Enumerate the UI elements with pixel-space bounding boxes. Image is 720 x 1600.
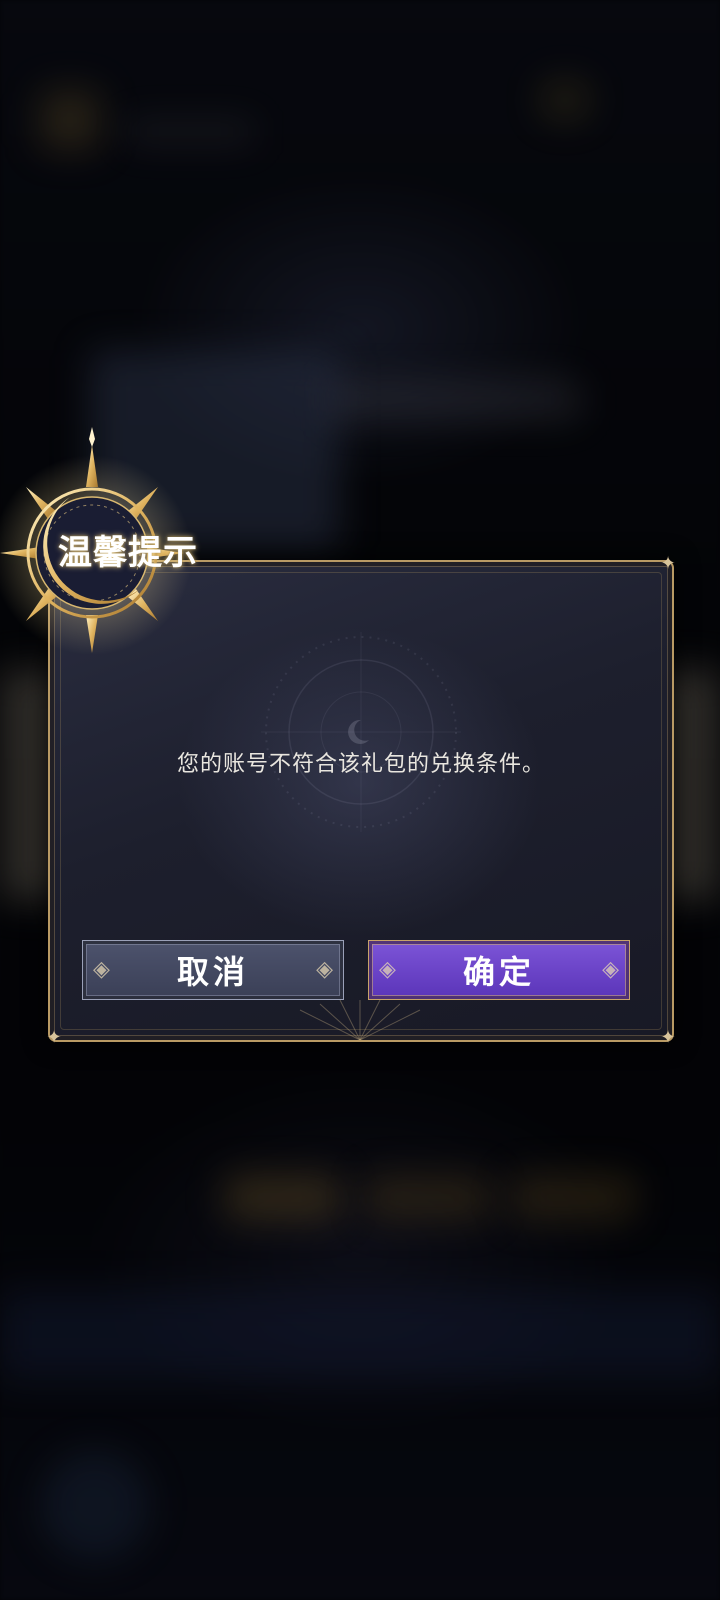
dialog-title: 温馨提示 — [58, 533, 198, 573]
cancel-button[interactable]: ◈ 取消 ◈ — [82, 940, 344, 1000]
cancel-button-label: 取消 — [176, 953, 249, 991]
sunburst-ornament-icon — [299, 1000, 421, 1040]
sparkle-star-icon: ✦ — [660, 1027, 676, 1048]
diamond-ornament-icon: ◈ — [602, 957, 619, 982]
confirm-button[interactable]: ◈ 确定 ◈ — [368, 940, 630, 1000]
sparkle-star-icon: ✦ — [46, 1027, 62, 1048]
diamond-ornament-icon: ◈ — [93, 957, 110, 982]
confirm-button-label: 确定 — [462, 953, 535, 991]
diamond-ornament-icon: ◈ — [316, 957, 333, 982]
screen: ✦ ✦ ✦ ✦ 您的账号不符合该礼包的兑换条件。 ◈ 取消 ◈ ◈ 确定 ◈ — [0, 0, 720, 1600]
dialog-message: 您的账号不符合该礼包的兑换条件。 — [176, 752, 545, 777]
star-compass-icon — [261, 632, 461, 832]
sparkle-star-icon: ✦ — [660, 553, 676, 574]
diamond-ornament-icon: ◈ — [379, 957, 396, 982]
